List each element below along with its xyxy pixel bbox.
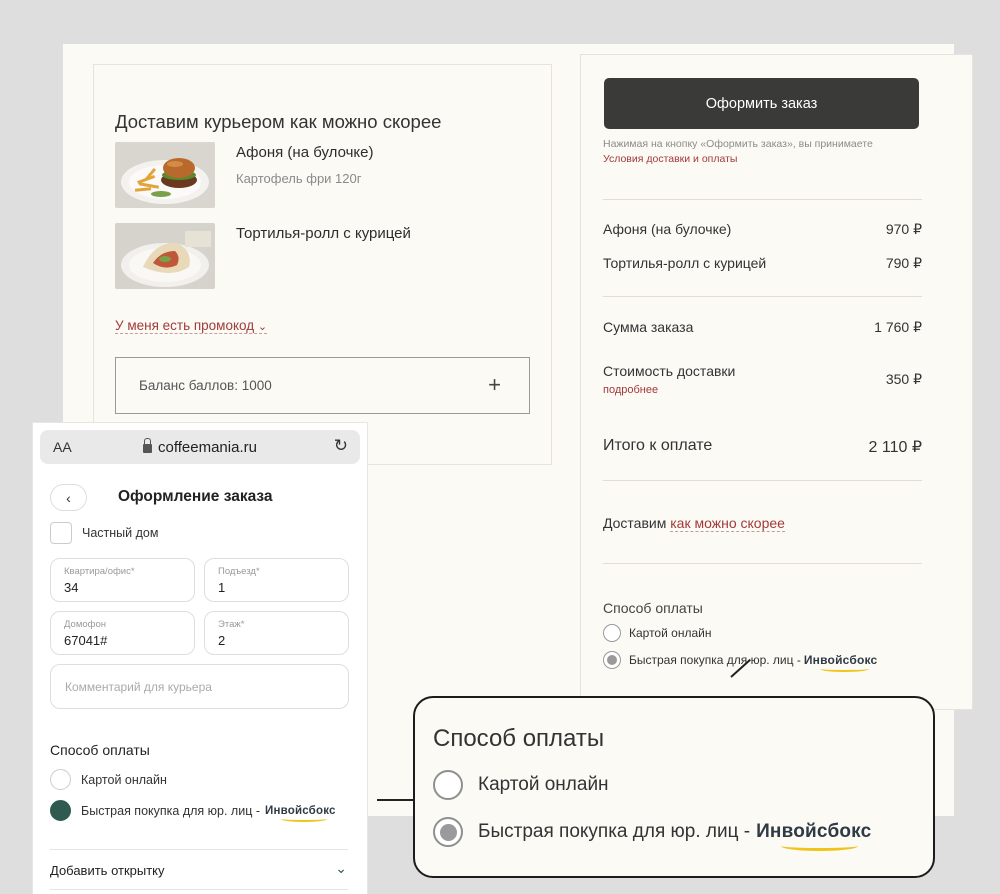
- cart-item-extra: Картофель фри 120г: [236, 171, 362, 186]
- subtotal-row: Сумма заказа 1 760 ₽: [603, 319, 922, 336]
- delivery-time: Доставим как можно скорее: [603, 515, 785, 532]
- plus-icon[interactable]: +: [488, 372, 501, 398]
- radio-button-selected[interactable]: [50, 800, 71, 821]
- url-text: coffeemania.ru: [158, 439, 257, 456]
- payment-option-card[interactable]: Картой онлайн: [603, 624, 711, 642]
- summary-line-label: Афоня (на булочке): [603, 221, 732, 237]
- points-balance-box[interactable]: Баланс баллов: 1000 +: [115, 357, 530, 414]
- callout-option-label: Картой онлайн: [478, 774, 609, 795]
- radio-button[interactable]: [50, 769, 71, 790]
- page-title: Оформление заказа: [118, 488, 273, 505]
- payment-method-callout: Способ оплаты Картой онлайн Быстрая поку…: [413, 696, 935, 878]
- payment-option-label: Картой онлайн: [629, 626, 712, 640]
- payment-option-label: Картой онлайн: [81, 772, 167, 787]
- field-label: Подъезд*: [218, 566, 260, 577]
- subtotal-price: 1 760 ₽: [874, 319, 922, 335]
- divider: [50, 889, 348, 890]
- cart-item-name: Афоня (на булочке): [236, 144, 374, 161]
- points-balance-label: Баланс баллов: 1000: [139, 378, 272, 393]
- place-order-button[interactable]: Оформить заказ: [604, 78, 919, 129]
- divider: [603, 563, 922, 564]
- total-label: Итого к оплате: [603, 437, 713, 454]
- chevron-down-icon: ⌄: [257, 321, 268, 333]
- delivery-title: Доставим курьером как можно скорее: [115, 111, 442, 132]
- summary-line-price: 790 ₽: [885, 255, 922, 271]
- field-value: 67041#: [64, 633, 108, 648]
- cart-item: Афоня (на булочке) Картофель фри 120г: [115, 142, 515, 208]
- delivery-cost-price: 350 ₽: [885, 371, 922, 387]
- callout-option-invoicebox[interactable]: Быстрая покупка для юр. лиц - Инвойсбокс: [433, 817, 871, 851]
- lock-icon: [143, 438, 152, 453]
- divider: [603, 199, 922, 200]
- divider: [603, 296, 922, 297]
- callout-title: Способ оплаты: [433, 725, 605, 752]
- invoicebox-logo: Инвойсбокс: [756, 821, 871, 851]
- delivery-time-prefix: Доставим: [603, 515, 667, 531]
- radio-button-selected[interactable]: [433, 817, 463, 847]
- radio-button[interactable]: [603, 624, 621, 642]
- browser-address-bar[interactable]: AA coffeemania.ru ↻: [40, 430, 360, 464]
- divider: [50, 849, 348, 850]
- payment-option-label: Быстрая покупка для юр. лиц -: [81, 803, 260, 818]
- url-display[interactable]: coffeemania.ru: [143, 438, 257, 456]
- chevron-down-icon[interactable]: ⌄: [335, 860, 347, 877]
- promo-code-link[interactable]: У меня есть промокод ⌄: [115, 318, 268, 334]
- callout-pointer-line: [377, 799, 415, 801]
- summary-line: Тортилья-ролл с курицей 790 ₽: [603, 255, 922, 272]
- apartment-field[interactable]: Квартира/офис* 34: [50, 558, 195, 602]
- radio-button[interactable]: [433, 770, 463, 800]
- subtotal-label: Сумма заказа: [603, 319, 694, 335]
- payment-method-title: Способ оплаты: [603, 600, 703, 616]
- summary-line-label: Тортилья-ролл с курицей: [603, 255, 767, 271]
- payment-option-invoicebox[interactable]: Быстрая покупка для юр. лиц - Инвойсбокс: [50, 800, 336, 822]
- invoicebox-logo: Инвойсбокс: [265, 805, 336, 822]
- intercom-field[interactable]: Домофон 67041#: [50, 611, 195, 655]
- field-value: 2: [218, 633, 226, 648]
- callout-option-card[interactable]: Картой онлайн: [433, 770, 609, 800]
- delivery-card: Доставим курьером как можно скорее Афоня…: [93, 64, 552, 465]
- summary-line-price: 970 ₽: [885, 221, 922, 237]
- field-placeholder: Комментарий для курьера: [65, 680, 212, 694]
- checkbox[interactable]: [50, 522, 72, 544]
- delivery-time-link[interactable]: как можно скорее: [670, 515, 785, 532]
- field-label: Квартира/офис*: [64, 566, 135, 577]
- order-summary-card: Оформить заказ Нажимая на кнопку «Оформи…: [580, 54, 973, 710]
- total-row: Итого к оплате 2 110 ₽: [603, 437, 922, 457]
- total-price: 2 110 ₽: [868, 439, 922, 456]
- field-label: Этаж*: [218, 619, 245, 630]
- callout-option-label: Быстрая покупка для юр. лиц -: [478, 821, 751, 842]
- burger-image: [115, 142, 215, 208]
- entrance-field[interactable]: Подъезд* 1: [204, 558, 349, 602]
- field-value: 34: [64, 580, 79, 595]
- delivery-details-link[interactable]: подробнее: [603, 384, 658, 396]
- field-value: 1: [218, 580, 226, 595]
- add-postcard-toggle[interactable]: Добавить открытку: [50, 863, 165, 878]
- cart-item-name: Тортилья-ролл с курицей: [236, 225, 411, 242]
- courier-comment-field[interactable]: Комментарий для курьера: [50, 664, 349, 709]
- mobile-checkout: AA coffeemania.ru ↻ ‹ Оформление заказа …: [33, 423, 367, 894]
- floor-field[interactable]: Этаж* 2: [204, 611, 349, 655]
- summary-line: Афоня (на булочке) 970 ₽: [603, 221, 922, 238]
- order-disclaimer: Нажимая на кнопку «Оформить заказ», вы п…: [603, 138, 873, 150]
- payment-method-title: Способ оплаты: [50, 742, 150, 758]
- reload-icon[interactable]: ↻: [334, 436, 348, 456]
- terms-link[interactable]: Условия доставки и оплаты: [603, 153, 737, 165]
- promo-label: У меня есть промокод: [115, 318, 255, 333]
- checkbox-label: Частный дом: [82, 526, 159, 540]
- field-label: Домофон: [64, 619, 106, 630]
- payment-option-card[interactable]: Картой онлайн: [50, 769, 167, 790]
- payment-option-label: Быстрая покупка для юр. лиц -: [629, 653, 801, 667]
- cart-item: Тортилья-ролл с курицей: [115, 223, 515, 289]
- tortilla-image: [115, 223, 215, 289]
- text-size-button[interactable]: AA: [53, 439, 72, 455]
- divider: [603, 480, 922, 481]
- invoicebox-logo: Инвойсбокс: [804, 653, 878, 672]
- private-house-checkbox-row[interactable]: Частный дом: [50, 522, 158, 544]
- radio-button-selected[interactable]: [603, 651, 621, 669]
- back-button[interactable]: ‹: [50, 484, 87, 511]
